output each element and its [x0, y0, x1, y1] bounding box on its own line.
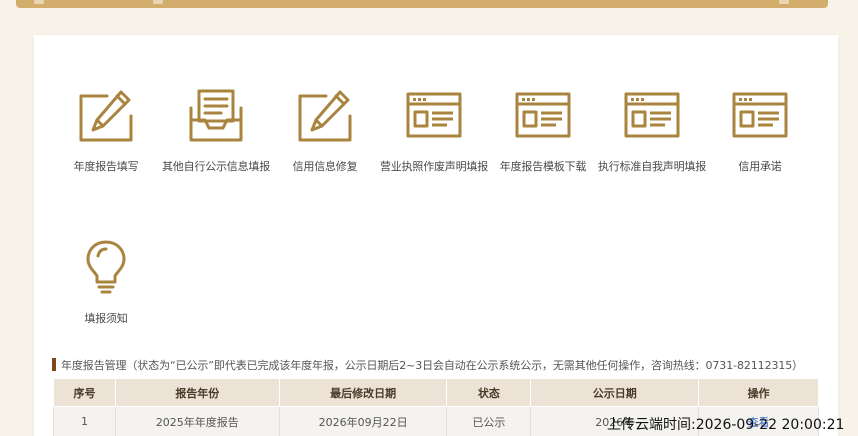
tile-label: 年度报告模板下载	[499, 160, 587, 173]
form-window-icon	[406, 92, 462, 138]
header-actions: 操作	[698, 378, 819, 407]
tile-label: 信用信息修复	[292, 160, 358, 173]
top-nav-bar	[16, 0, 828, 8]
nav-item-marker[interactable]	[34, 0, 44, 4]
annual-report-section-title: 年度报告管理（状态为“已公示”即代表已完成该年度年报，公示日期后2~3日会自动在…	[52, 357, 804, 372]
cell-status: 已公示	[446, 406, 532, 436]
cell-index: 1	[53, 406, 116, 436]
form-window-icon	[732, 92, 788, 138]
nav-item-marker[interactable]	[153, 0, 163, 4]
edit-report-icon	[298, 90, 352, 142]
header-status: 状态	[446, 378, 532, 407]
header-index: 序号	[53, 378, 116, 407]
table-header-row: 序号 报告年份 最后修改日期 状态 公示日期 操作	[53, 378, 819, 407]
tile-license-void-statement[interactable]: 营业执照作废声明填报	[379, 88, 489, 174]
tile-annual-report-fill[interactable]: 年度报告填写	[51, 88, 161, 174]
form-window-icon	[624, 92, 680, 138]
form-window-icon	[515, 92, 571, 138]
header-last-modified: 最后修改日期	[278, 378, 448, 407]
tile-credit-repair[interactable]: 信用信息修复	[270, 88, 380, 174]
nav-item-marker[interactable]	[779, 0, 789, 4]
tile-label: 其他自行公示信息填报	[162, 160, 270, 173]
tile-filing-instructions[interactable]: 填报须知	[51, 238, 161, 326]
upload-time-watermark: 上传云端时间:2026-09-22 20:00:21	[607, 417, 845, 433]
section-marker	[52, 358, 56, 371]
tile-label: 营业执照作废声明填报	[380, 160, 488, 173]
tile-other-disclosure[interactable]: 其他自行公示信息填报	[161, 88, 271, 174]
tile-template-download[interactable]: 年度报告模板下载	[488, 88, 598, 174]
tile-credit-commitment[interactable]: 信用承诺	[705, 88, 815, 174]
lightbulb-icon	[86, 240, 126, 294]
tile-label: 执行标准自我声明填报	[598, 160, 706, 173]
header-publish-date: 公示日期	[530, 378, 700, 407]
header-report-year: 报告年份	[114, 378, 280, 407]
cell-last-modified: 2026年09月22日	[278, 406, 448, 436]
cell-report-year: 2025年年度报告	[114, 406, 280, 436]
tile-label: 填报须知	[84, 312, 128, 325]
tile-standard-self-declaration[interactable]: 执行标准自我声明填报	[597, 88, 707, 174]
section-title-text: 年度报告管理（状态为“已公示”即代表已完成该年度年报，公示日期后2~3日会自动在…	[61, 359, 804, 372]
tile-label: 信用承诺	[738, 160, 782, 173]
edit-report-icon	[79, 90, 133, 142]
inbox-tray-icon	[189, 89, 243, 142]
tile-label: 年度报告填写	[73, 160, 139, 173]
